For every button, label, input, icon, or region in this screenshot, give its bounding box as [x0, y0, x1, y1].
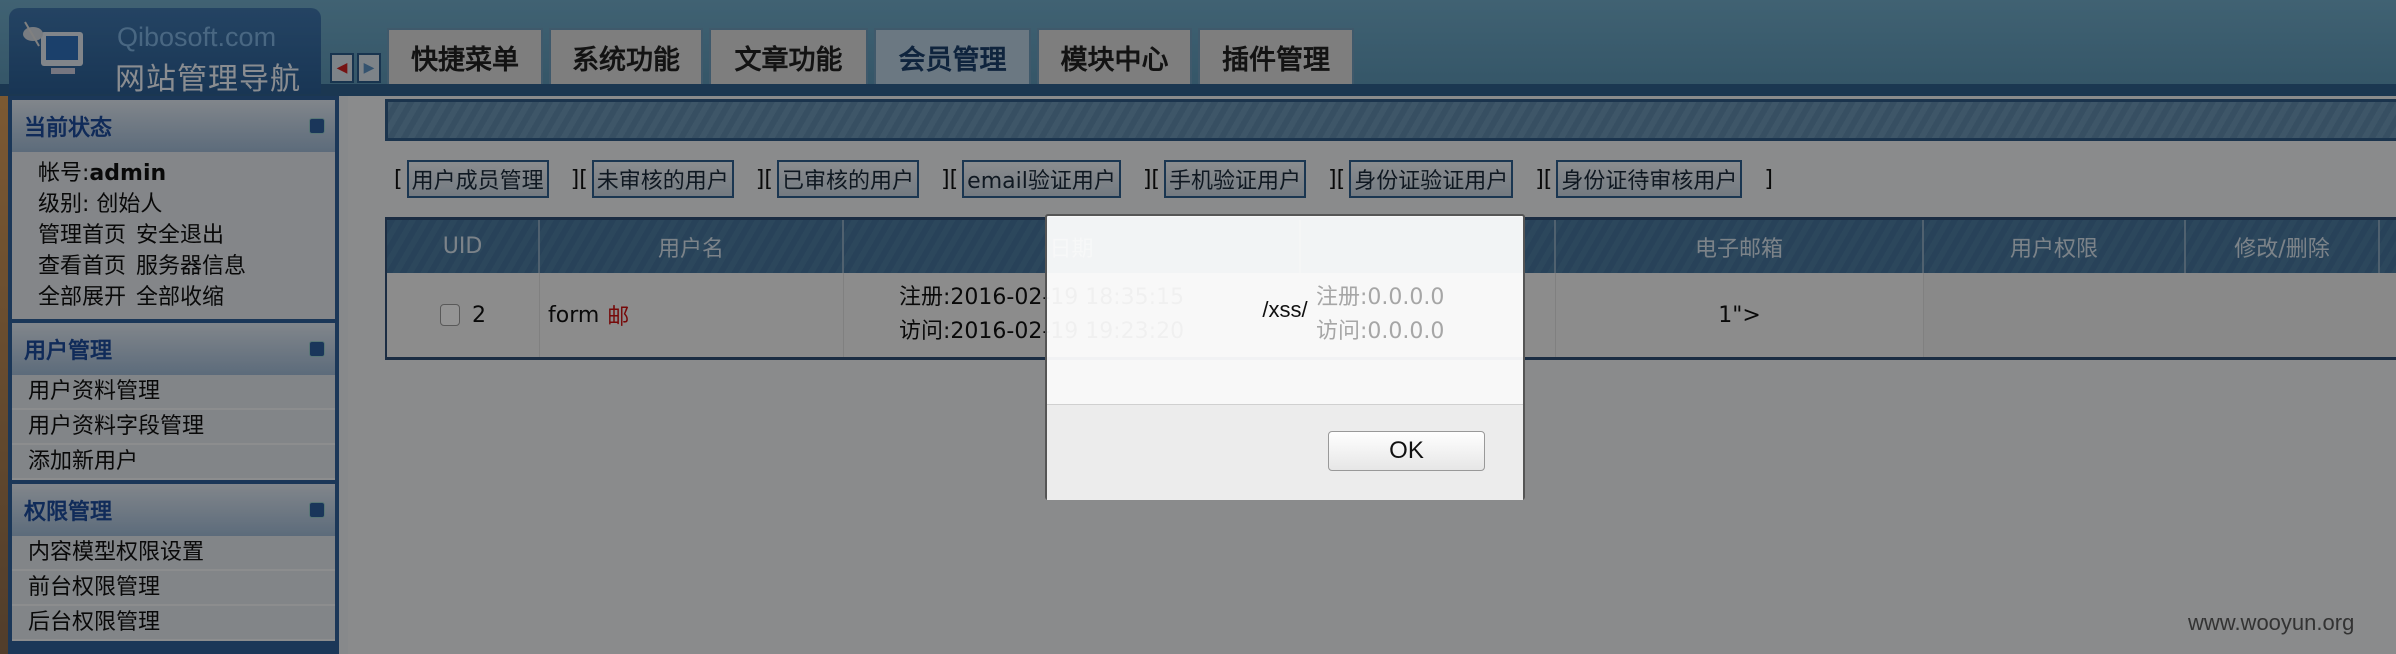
ok-button[interactable]: OK [1328, 431, 1485, 471]
alert-dialog: /xss/ OK [1045, 214, 1525, 500]
register-ip: 注册:0.0.0.0 [1316, 285, 1445, 310]
watermark: www.wooyun.org [2188, 610, 2355, 635]
visit-ip: 访问:0.0.0.0 [1316, 319, 1445, 344]
alert-message: /xss/ [1262, 297, 1308, 322]
alert-footer: OK [1047, 404, 1523, 500]
